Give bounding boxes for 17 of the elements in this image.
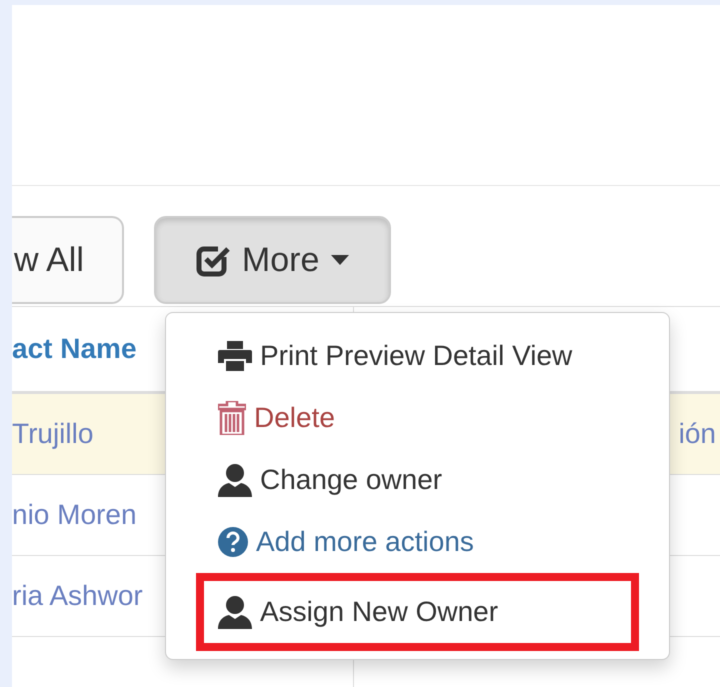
table-cell: nio Moren	[12, 499, 137, 531]
caret-icon	[331, 255, 350, 265]
menu-item[interactable]: Assign New Owner	[204, 581, 498, 643]
printer-icon	[218, 341, 252, 371]
user-icon	[218, 463, 252, 497]
show-all-button[interactable]: w All	[12, 216, 124, 304]
trash-icon	[218, 401, 246, 435]
menu-item[interactable]: Add more actions	[166, 511, 669, 573]
more-button[interactable]: More	[154, 216, 392, 304]
help-icon	[218, 527, 248, 557]
table-cell: ión	[678, 418, 716, 450]
menu-item[interactable]: Delete	[166, 387, 669, 449]
menu-item[interactable]: Change owner	[166, 449, 669, 511]
table-cell: ria Ashwor	[12, 580, 143, 612]
table-cell: Trujillo	[12, 418, 94, 450]
menu-item[interactable]: Print Preview Detail View	[166, 325, 669, 387]
user-icon	[218, 595, 252, 629]
